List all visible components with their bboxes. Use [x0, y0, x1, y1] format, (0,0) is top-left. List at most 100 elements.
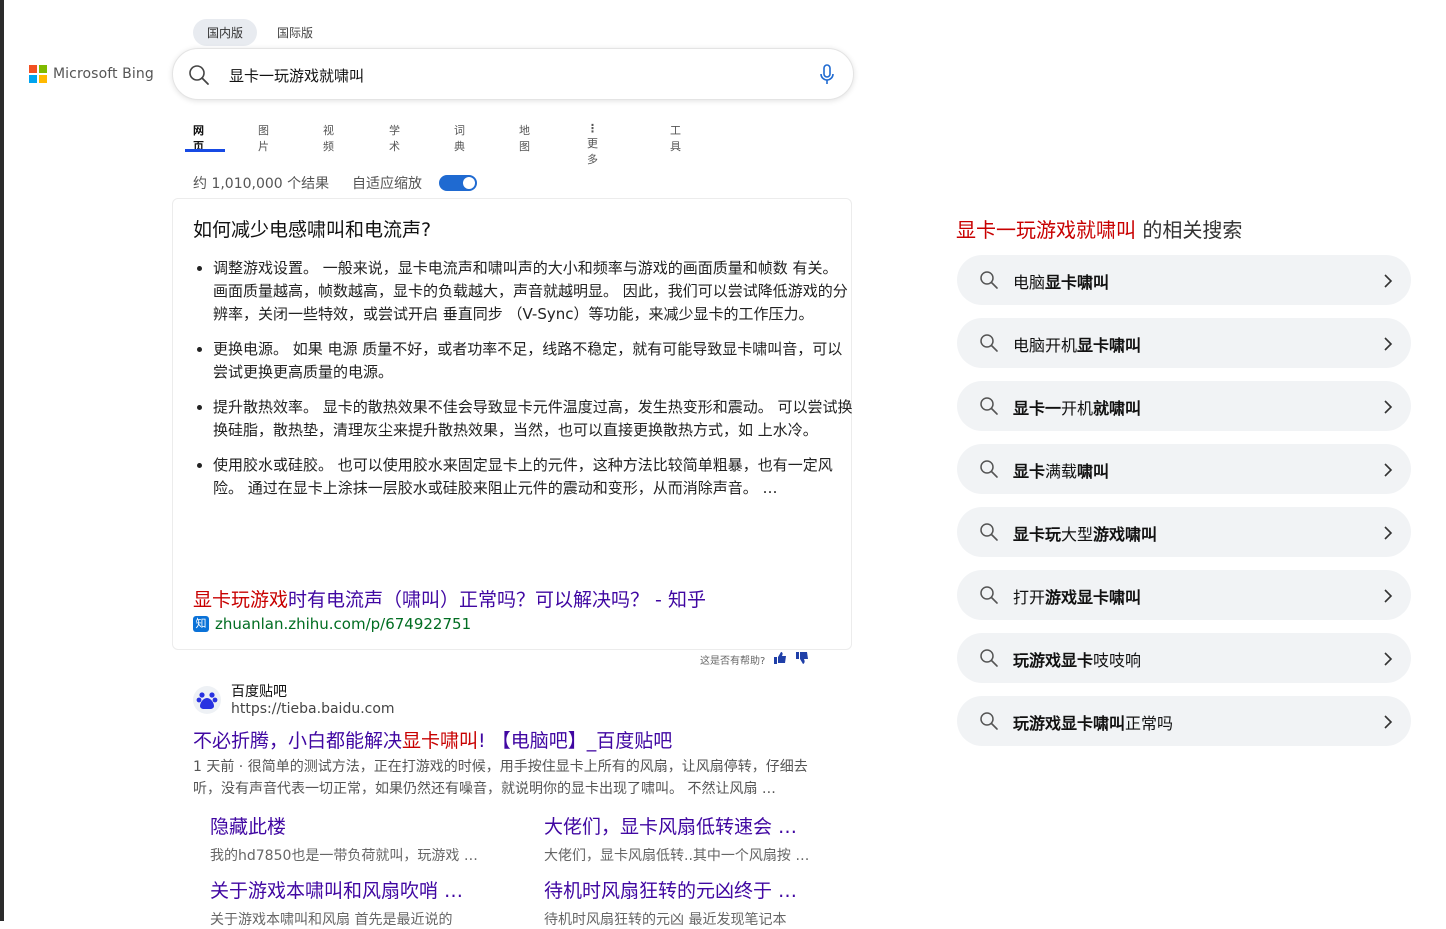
result-site-url[interactable]: https://tieba.baidu.com — [231, 701, 395, 717]
search-icon — [979, 522, 999, 546]
related-search-item[interactable]: 打开游戏显卡啸叫 — [957, 570, 1411, 620]
related-search-bold: 玩游戏显卡啸叫 — [1013, 714, 1126, 733]
result-title-pre: 不必折腾，小白都能解决 — [193, 730, 403, 752]
chevron-right-icon — [1383, 651, 1393, 670]
answer-card: 如何减少电感啸叫和电流声? 调整游戏设置。 一般来说，显卡电流声和啸叫声的大小和… — [172, 198, 853, 650]
tab-images[interactable]: 图片 — [258, 122, 269, 154]
related-search-item[interactable]: 玩游戏显卡啸叫正常吗 — [957, 696, 1411, 746]
related-search-bold: 显卡啸叫 — [1045, 273, 1110, 292]
answer-source: 知 zhuanlan.zhihu.com/p/674922751 — [193, 615, 471, 633]
toggle-knob — [463, 177, 475, 189]
deeplink-title: 隐藏此楼 — [210, 816, 287, 838]
search-icon — [979, 459, 999, 483]
result-date: 1 天前 — [193, 759, 235, 775]
window-left-edge — [0, 0, 4, 921]
related-search-plain: 打开 — [1013, 588, 1046, 607]
answer-bullet: 提升散热效率。 显卡的散热效果不佳会导致显卡元件温度过高，发生热变形和震动。 可… — [213, 396, 853, 442]
related-search-bold: 显卡玩 — [1013, 525, 1062, 544]
related-search-plain: 电脑 — [1013, 273, 1046, 292]
thumbs-down-icon[interactable] — [795, 652, 809, 667]
deeplink-desc: 我的hd7850也是一带负荷就叫，玩游戏 … — [210, 848, 478, 864]
feedback-bar: 这是否有帮助? — [700, 652, 809, 667]
related-search-text: 电脑显卡啸叫 — [1013, 269, 1109, 293]
related-search-item[interactable]: 玩游戏显卡吱吱响 — [957, 633, 1411, 683]
answer-bullets: 调整游戏设置。 一般来说，显卡电流声和啸叫声的大小和频率与游戏的画面质量和帧数 … — [193, 257, 853, 512]
deeplink-title: 待机时风扇狂转的元凶终于 … — [544, 880, 798, 902]
deeplink[interactable]: 待机时风扇狂转的元凶终于 … 待机时风扇狂转的元凶 最近发现笔记本 — [544, 876, 824, 929]
answer-title: 如何减少电感啸叫和电流声? — [193, 219, 432, 241]
result-snippet-text: 很简单的测试方法，正在打游戏的时候，用手按住显卡上所有的风扇，让风扇停转，仔细去… — [193, 759, 808, 797]
search-icon — [979, 333, 999, 357]
answer-link-rest: 时有电流声（啸叫）正常吗？可以解决吗？ - 知乎 — [288, 589, 706, 611]
result-snippet: 1 天前 · 很简单的测试方法，正在打游戏的时候，用手按住显卡上所有的风扇，让风… — [193, 759, 808, 797]
related-search-bold: 啸叫 — [1077, 462, 1110, 481]
chevron-right-icon — [1383, 714, 1393, 733]
microphone-icon[interactable] — [819, 64, 835, 90]
related-search-text: 电脑开机显卡啸叫 — [1013, 332, 1141, 356]
related-title-rest: 的相关搜索 — [1136, 218, 1243, 242]
search-icon — [979, 711, 999, 735]
tab-academic[interactable]: 学术 — [389, 122, 400, 154]
deeplink-desc: 待机时风扇狂转的元凶 最近发现笔记本 — [544, 912, 787, 928]
tab-tools[interactable]: 工具 — [670, 122, 681, 154]
related-search-bold: 显卡啸叫 — [1077, 336, 1142, 355]
deeplink[interactable]: 隐藏此楼 我的hd7850也是一带负荷就叫，玩游戏 … — [210, 812, 490, 865]
related-search-plain: 大型 — [1061, 525, 1094, 544]
answer-source-link[interactable]: 显卡玩游戏时有电流声（啸叫）正常吗？可以解决吗？ - 知乎 — [193, 585, 706, 612]
related-search-bold: 游戏显卡啸叫 — [1045, 588, 1142, 607]
zhihu-icon: 知 — [193, 616, 209, 632]
result-title-highlight: 显卡啸叫 — [402, 730, 479, 752]
result-title-link[interactable]: 不必折腾，小白都能解决显卡啸叫! 【电脑吧】_百度贴吧 — [193, 726, 672, 753]
related-search-text: 玩游戏显卡啸叫正常吗 — [1013, 710, 1173, 734]
chevron-right-icon — [1383, 588, 1393, 607]
related-search-item[interactable]: 电脑开机显卡啸叫 — [957, 318, 1411, 368]
search-icon — [979, 585, 999, 609]
search-icon — [979, 270, 999, 294]
related-search-item[interactable]: 显卡一开机就啸叫 — [957, 381, 1411, 431]
related-search-item[interactable]: 显卡玩大型游戏啸叫 — [957, 507, 1411, 557]
related-search-text: 显卡一开机就啸叫 — [1013, 395, 1141, 419]
chevron-right-icon — [1383, 525, 1393, 544]
related-search-bold: 玩游戏显卡 — [1013, 651, 1094, 670]
search-icon — [979, 648, 999, 672]
related-search-plain: 满载 — [1045, 462, 1078, 481]
bing-logo[interactable]: Microsoft Bing — [29, 65, 154, 83]
answer-bullet: 调整游戏设置。 一般来说，显卡电流声和啸叫声的大小和频率与游戏的画面质量和帧数 … — [213, 257, 853, 326]
answer-link-highlight: 显卡玩游戏 — [193, 589, 289, 611]
answer-source-url[interactable]: zhuanlan.zhihu.com/p/674922751 — [215, 615, 471, 633]
tab-maps[interactable]: 地图 — [519, 122, 530, 154]
related-search-item[interactable]: 显卡满载啸叫 — [957, 444, 1411, 494]
result-title-post: ! 【电脑吧】_百度贴吧 — [478, 730, 673, 752]
adaptive-zoom-label: 自适应缩放 — [352, 176, 422, 192]
related-search-text: 玩游戏显卡吱吱响 — [1013, 647, 1141, 671]
deeplink[interactable]: 关于游戏本啸叫和风扇吹哨 … 关于游戏本啸叫和风扇 首先是最近说的 — [210, 876, 490, 929]
tab-dictionary[interactable]: 词典 — [454, 122, 465, 154]
related-search-text: 显卡玩大型游戏啸叫 — [1013, 521, 1157, 545]
deeplink-title: 关于游戏本啸叫和风扇吹哨 … — [210, 880, 464, 902]
tab-more[interactable]: ⋮ 更多 — [587, 122, 598, 167]
chevron-right-icon — [1383, 462, 1393, 481]
result-count: 约 1,010,000 个结果 — [193, 176, 330, 192]
region-tab-international[interactable]: 国际版 — [263, 19, 327, 46]
region-tab-domestic[interactable]: 国内版 — [193, 19, 258, 46]
related-search-bold: 就啸叫 — [1093, 399, 1142, 418]
related-search-bold: 显卡 — [1013, 462, 1046, 481]
more-dots-icon: ⋮ — [587, 122, 598, 135]
tab-videos[interactable]: 视频 — [323, 122, 334, 154]
search-icon[interactable] — [187, 63, 211, 91]
baidu-paw-icon — [193, 686, 221, 714]
microsoft-logo-icon — [29, 65, 47, 83]
related-search-text: 显卡满载啸叫 — [1013, 458, 1109, 482]
related-searches-title: 显卡一玩游戏就啸叫 的相关搜索 — [956, 214, 1242, 243]
related-search-item[interactable]: 电脑显卡啸叫 — [957, 255, 1411, 305]
related-search-bold: 显卡一 — [1013, 399, 1062, 418]
deeplink[interactable]: 大佬们，显卡风扇低转速会 … 大佬们，显卡风扇低转..其中一个风扇按 … — [544, 812, 824, 865]
search-input[interactable] — [227, 61, 791, 89]
active-tab-indicator — [185, 149, 225, 152]
deeplink-desc: 关于游戏本啸叫和风扇 首先是最近说的 — [210, 912, 453, 928]
tab-more-label: 更多 — [587, 137, 598, 166]
result-site-name: 百度贴吧 — [231, 684, 287, 700]
adaptive-zoom-toggle[interactable] — [439, 175, 477, 191]
region-tabs: 国内版 国际版 — [193, 19, 327, 46]
thumbs-up-icon[interactable] — [773, 652, 787, 667]
